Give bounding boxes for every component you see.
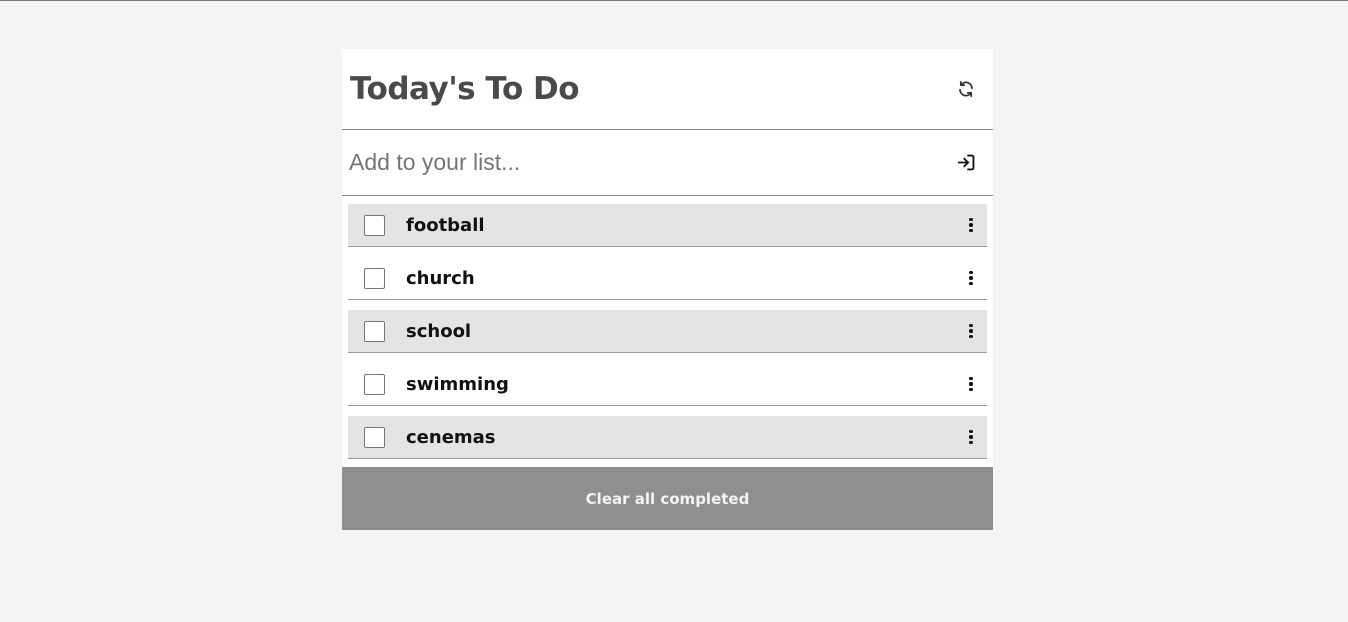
add-item-input[interactable]: [349, 149, 909, 176]
more-options-icon[interactable]: [963, 318, 979, 344]
page-title: Today's To Do: [350, 71, 580, 107]
item-label[interactable]: cenemas: [406, 427, 963, 448]
more-options-icon[interactable]: [963, 265, 979, 291]
item-checkbox[interactable]: [364, 373, 385, 395]
todo-header: Today's To Do: [342, 49, 993, 130]
item-label[interactable]: church: [406, 268, 963, 289]
item-checkbox[interactable]: [364, 320, 385, 342]
item-label[interactable]: swimming: [406, 374, 963, 395]
item-checkbox[interactable]: [364, 426, 385, 448]
list-item: church: [348, 257, 987, 300]
todo-list: football church school swimming cenemas: [342, 196, 993, 467]
more-options-icon[interactable]: [963, 212, 979, 238]
more-options-icon[interactable]: [963, 424, 979, 450]
item-label[interactable]: football: [406, 215, 963, 236]
refresh-icon[interactable]: [953, 76, 979, 102]
list-item: school: [348, 310, 987, 353]
item-checkbox[interactable]: [364, 214, 385, 236]
list-item: swimming: [348, 363, 987, 406]
list-item: football: [348, 204, 987, 247]
more-options-icon[interactable]: [963, 371, 979, 397]
window-top-border: [0, 0, 1348, 1]
todo-card: Today's To Do football: [342, 49, 993, 530]
add-item-row: [342, 130, 993, 196]
clear-completed-button[interactable]: Clear all completed: [342, 467, 993, 530]
item-checkbox[interactable]: [364, 267, 385, 289]
enter-icon[interactable]: [953, 150, 979, 176]
item-label[interactable]: school: [406, 321, 963, 342]
list-item: cenemas: [348, 416, 987, 459]
